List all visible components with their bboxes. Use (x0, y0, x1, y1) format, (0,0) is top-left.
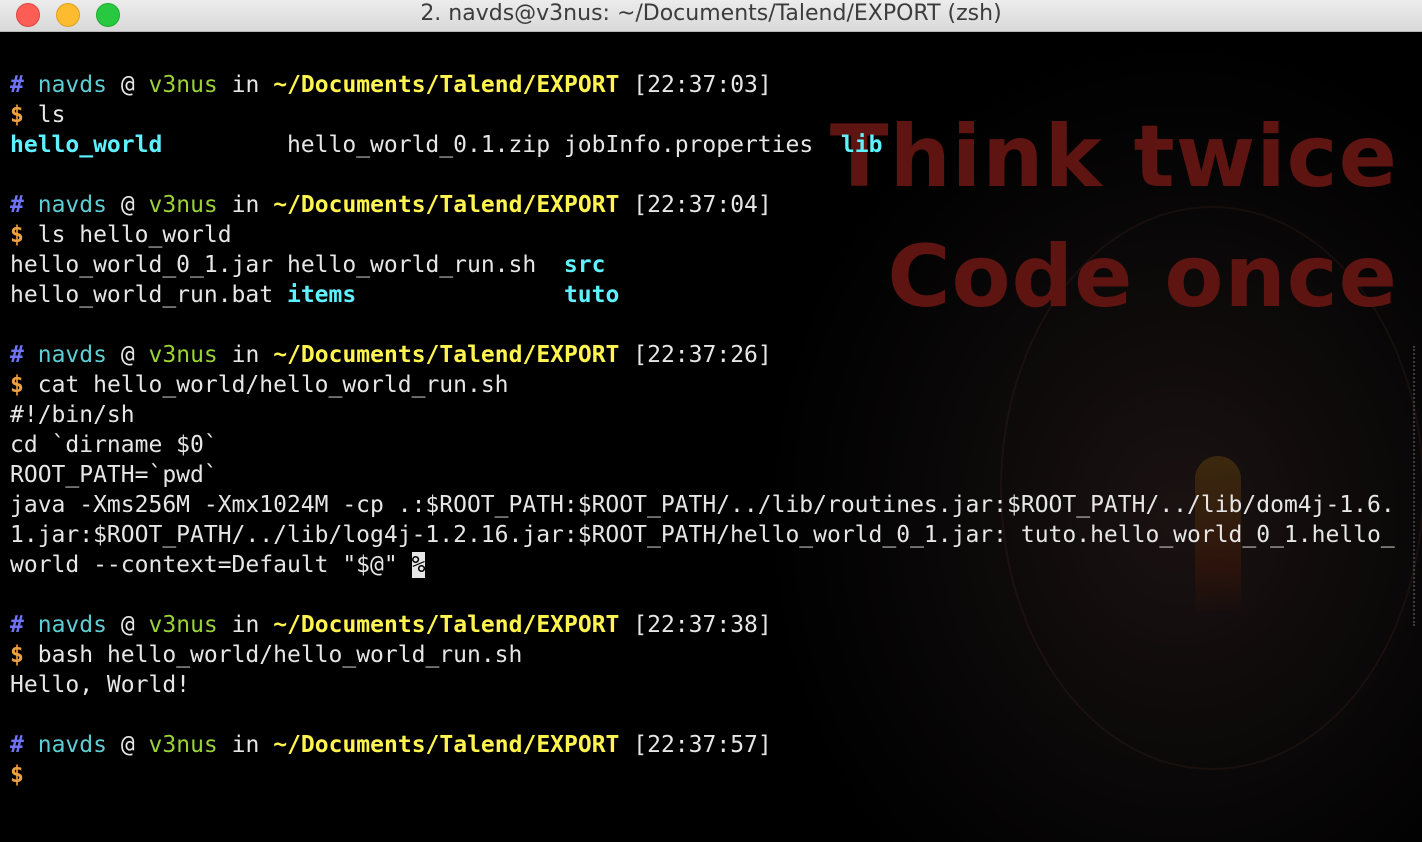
prompt-line: # navds @ v3nus in ~/Documents/Talend/EX… (10, 70, 1395, 100)
command-line: $ cat hello_world/hello_world_run.sh (10, 370, 1395, 400)
prompt-in: in (231, 612, 260, 638)
scrollbar[interactable] (1413, 346, 1420, 626)
no-newline-marker: % (411, 552, 426, 578)
active-input-line[interactable]: $ (10, 760, 1395, 790)
ls-output-row: hello_world_run.bat items tuto (10, 280, 1395, 310)
prompt-in: in (231, 732, 260, 758)
prompt-time: [22:37:38] (633, 612, 772, 638)
minimize-button[interactable] (56, 3, 80, 27)
output-line: world --context=Default "$@" % (10, 550, 1395, 580)
dir-entry: items (286, 282, 357, 308)
prompt-in: in (231, 342, 260, 368)
dir-entry: src (563, 252, 606, 278)
output-line: ROOT_PATH=`pwd` (10, 462, 218, 488)
prompt-in: in (231, 192, 260, 218)
dir-entry: tuto (563, 282, 620, 308)
output-line: #!/bin/sh (10, 402, 135, 428)
dir-entry: hello_world (10, 132, 163, 158)
prompt-at: @ (120, 612, 135, 638)
output-text: world --context=Default "$@" (10, 552, 412, 578)
prompt-host: v3nus (148, 192, 218, 218)
terminal-output: # navds @ v3nus in ~/Documents/Talend/EX… (10, 70, 1395, 790)
prompt-dollar: $ (10, 762, 24, 788)
prompt-host: v3nus (148, 342, 218, 368)
file-entry: hello_world_run.bat (10, 282, 274, 308)
maximize-button[interactable] (96, 3, 120, 27)
prompt-path: ~/Documents/Talend/EXPORT (273, 342, 620, 368)
prompt-user: navds (37, 342, 107, 368)
file-entry: hello_world_0.1.zip (286, 132, 551, 158)
terminal-content[interactable]: Think twice Code once # navds @ v3nus in… (0, 36, 1422, 842)
prompt-user: navds (37, 612, 107, 638)
output-line: 1.jar:$ROOT_PATH/../lib/log4j-1.2.16.jar… (10, 522, 1395, 548)
ls-output-row: hello_world_0_1.jar hello_world_run.sh s… (10, 250, 1395, 280)
command-text: cat hello_world/hello_world_run.sh (37, 372, 509, 398)
prompt-hash: # (10, 732, 24, 758)
prompt-user: navds (37, 732, 107, 758)
ls-output-row: hello_world hello_world_0.1.zip jobInfo.… (10, 130, 1395, 160)
prompt-hash: # (10, 612, 24, 638)
prompt-dollar: $ (10, 102, 24, 128)
title-bar[interactable]: 2. navds@v3nus: ~/Documents/Talend/EXPOR… (0, 0, 1422, 32)
prompt-dollar: $ (10, 372, 24, 398)
dir-entry: lib (840, 132, 883, 158)
command-line: $ ls (10, 100, 1395, 130)
prompt-host: v3nus (148, 732, 218, 758)
file-entry: jobInfo.properties (563, 132, 814, 158)
prompt-hash: # (10, 72, 24, 98)
prompt-in: in (231, 72, 260, 98)
prompt-line: # navds @ v3nus in ~/Documents/Talend/EX… (10, 730, 1395, 760)
prompt-path: ~/Documents/Talend/EXPORT (273, 192, 620, 218)
prompt-at: @ (120, 342, 135, 368)
output-line: Hello, World! (10, 672, 191, 698)
output-line: cd `dirname $0` (10, 432, 218, 458)
command-text: ls (37, 102, 66, 128)
prompt-hash: # (10, 342, 24, 368)
prompt-dollar: $ (10, 222, 24, 248)
prompt-time: [22:37:57] (633, 732, 772, 758)
prompt-time: [22:37:03] (633, 72, 772, 98)
command-text: bash hello_world/hello_world_run.sh (37, 642, 523, 668)
prompt-at: @ (120, 72, 135, 98)
terminal-window: 2. navds@v3nus: ~/Documents/Talend/EXPOR… (0, 0, 1422, 842)
prompt-user: navds (37, 72, 107, 98)
command-line: $ bash hello_world/hello_world_run.sh (10, 640, 1395, 670)
prompt-user: navds (37, 192, 107, 218)
prompt-time: [22:37:04] (633, 192, 772, 218)
prompt-line: # navds @ v3nus in ~/Documents/Talend/EX… (10, 340, 1395, 370)
file-entry: hello_world_run.sh (286, 252, 537, 278)
prompt-hash: # (10, 192, 24, 218)
command-line: $ ls hello_world (10, 220, 1395, 250)
prompt-time: [22:37:26] (633, 342, 772, 368)
close-button[interactable] (16, 3, 40, 27)
prompt-host: v3nus (148, 612, 218, 638)
prompt-at: @ (120, 192, 135, 218)
output-line: java -Xms256M -Xmx1024M -cp .:$ROOT_PATH… (10, 492, 1395, 518)
window-title: 2. navds@v3nus: ~/Documents/Talend/EXPOR… (420, 1, 1002, 26)
command-text: ls hello_world (37, 222, 232, 248)
prompt-dollar: $ (10, 642, 24, 668)
prompt-at: @ (120, 732, 135, 758)
prompt-path: ~/Documents/Talend/EXPORT (273, 732, 620, 758)
prompt-line: # navds @ v3nus in ~/Documents/Talend/EX… (10, 190, 1395, 220)
prompt-line: # navds @ v3nus in ~/Documents/Talend/EX… (10, 610, 1395, 640)
prompt-path: ~/Documents/Talend/EXPORT (273, 72, 620, 98)
prompt-host: v3nus (148, 72, 218, 98)
file-entry: hello_world_0_1.jar (10, 252, 274, 278)
prompt-path: ~/Documents/Talend/EXPORT (273, 612, 620, 638)
